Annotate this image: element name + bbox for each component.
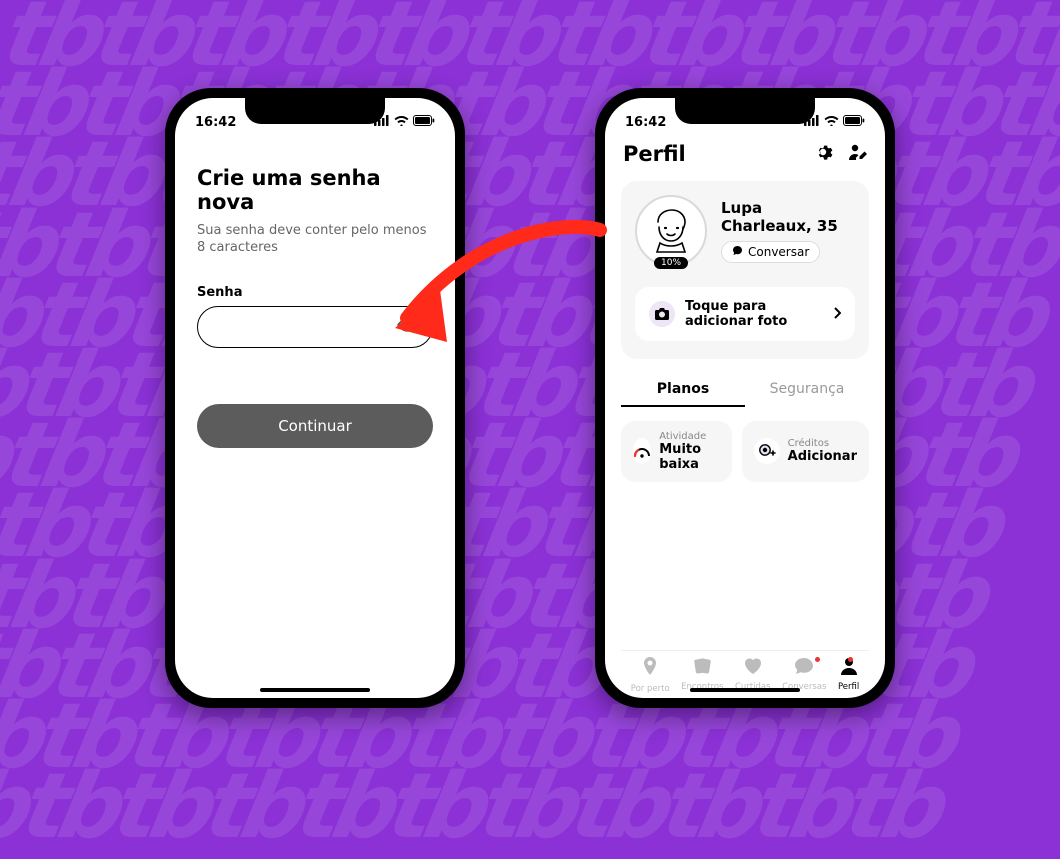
chevron-right-icon bbox=[833, 304, 841, 323]
battery-icon bbox=[843, 115, 865, 130]
status-time: 16:42 bbox=[195, 115, 236, 130]
tab-plans[interactable]: Planos bbox=[621, 381, 745, 407]
status-time: 16:42 bbox=[625, 115, 666, 130]
camera-icon bbox=[649, 301, 675, 327]
activity-card[interactable]: Atividade Muito baixa bbox=[621, 421, 732, 482]
add-photo-row[interactable]: Toque para adicionar foto bbox=[635, 287, 855, 341]
phone-notch bbox=[245, 98, 385, 124]
phone-left: 16:42 Crie uma senha nova Sua senha deve… bbox=[165, 88, 465, 708]
gauge-icon bbox=[633, 438, 651, 464]
show-password-icon[interactable] bbox=[397, 317, 419, 337]
wifi-icon bbox=[394, 115, 409, 130]
page-title: Perfil bbox=[623, 142, 686, 166]
user-name-age: Lupa Charleaux, 35 bbox=[721, 199, 855, 235]
wifi-icon bbox=[824, 115, 839, 130]
credits-icon bbox=[754, 438, 780, 464]
cards-icon bbox=[692, 657, 712, 680]
chat-icon bbox=[732, 245, 743, 259]
chat-button-label: Conversar bbox=[748, 245, 809, 259]
nav-profile[interactable]: Perfil bbox=[838, 657, 859, 694]
nav-nearby-label: Por perto bbox=[631, 684, 670, 694]
profile-completion-badge: 10% bbox=[654, 257, 688, 269]
continue-button[interactable]: Continuar bbox=[197, 404, 433, 448]
edit-profile-icon[interactable] bbox=[847, 142, 867, 167]
settings-icon[interactable] bbox=[813, 142, 833, 167]
chat-button[interactable]: Conversar bbox=[721, 241, 820, 263]
credits-card[interactable]: Créditos Adicionar bbox=[742, 421, 869, 482]
activity-label: Atividade bbox=[659, 431, 719, 442]
create-password-subtitle: Sua senha deve conter pelo menos 8 carac… bbox=[197, 222, 433, 257]
chat-bubble-icon bbox=[794, 657, 814, 680]
pin-icon bbox=[641, 657, 659, 682]
phone-right: 16:42 Perfil bbox=[595, 88, 895, 708]
phone-notch bbox=[675, 98, 815, 124]
home-indicator bbox=[260, 688, 370, 692]
home-indicator bbox=[690, 688, 800, 692]
add-photo-label: Toque para adicionar foto bbox=[685, 299, 823, 329]
avatar[interactable]: 10% bbox=[635, 195, 707, 267]
activity-value: Muito baixa bbox=[659, 442, 719, 472]
tabs: Planos Segurança bbox=[621, 381, 869, 407]
create-password-title: Crie uma senha nova bbox=[197, 166, 433, 214]
nav-profile-label: Perfil bbox=[838, 682, 859, 692]
profile-card: 10% Lupa Charleaux, 35 Conversar bbox=[621, 181, 869, 359]
battery-icon bbox=[413, 115, 435, 130]
credits-value: Adicionar bbox=[788, 449, 857, 464]
heart-icon bbox=[743, 657, 763, 680]
continue-button-label: Continuar bbox=[278, 417, 352, 435]
tab-security[interactable]: Segurança bbox=[745, 381, 869, 407]
credits-label: Créditos bbox=[788, 438, 857, 449]
password-label: Senha bbox=[197, 285, 433, 300]
notification-dot bbox=[815, 657, 820, 662]
notification-dot bbox=[848, 657, 853, 662]
nav-nearby[interactable]: Por perto bbox=[631, 657, 670, 694]
